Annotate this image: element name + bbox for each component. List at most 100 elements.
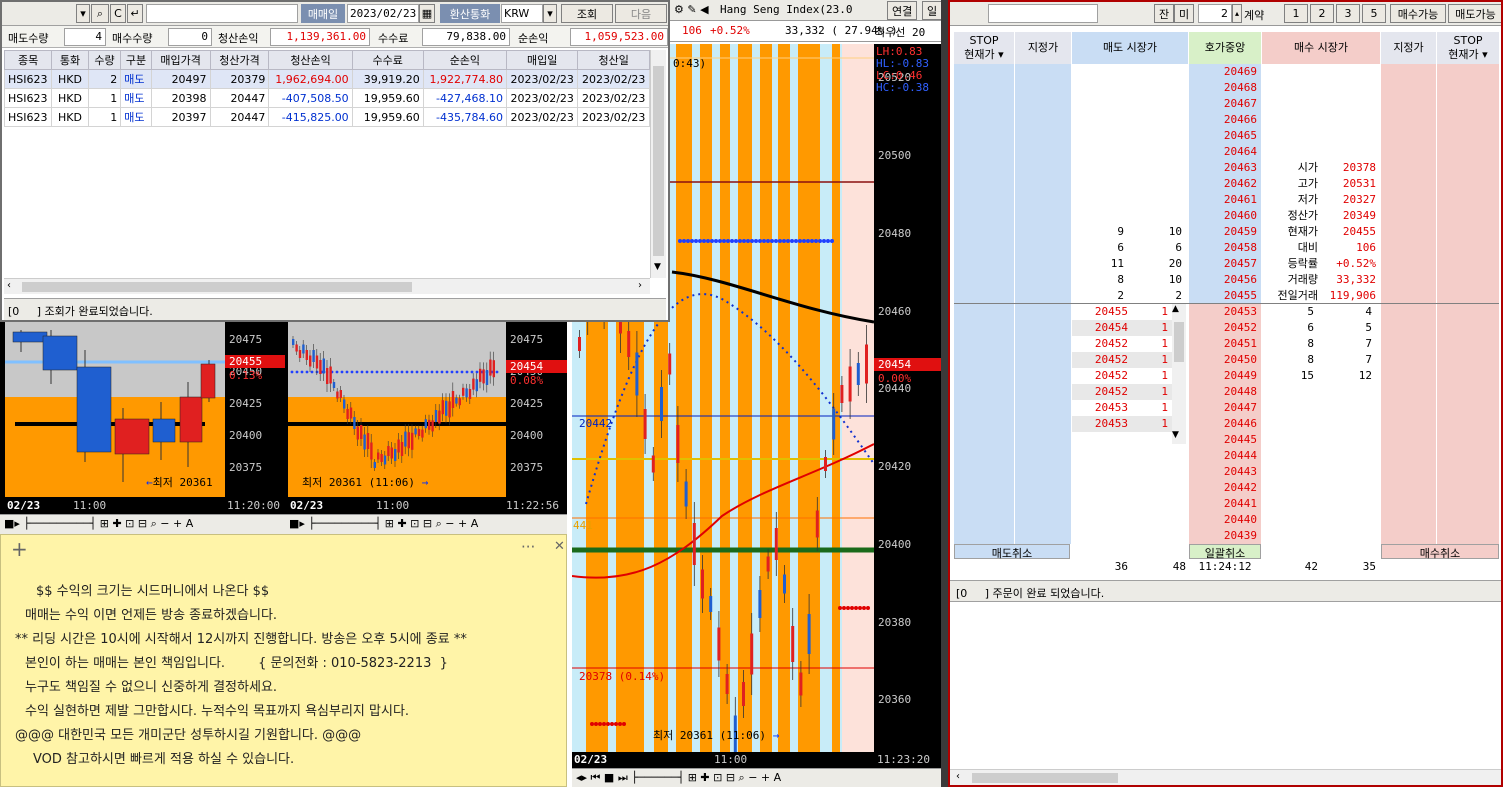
ob-row[interactable]: 20440 (950, 512, 1501, 528)
column-header[interactable]: 청산일 (577, 50, 650, 70)
ob-qty-3-button[interactable]: 3 (1336, 4, 1360, 23)
table-row[interactable]: HSI623 HKD 1 매도 20398 20447 -407,508.50 19,959.… (4, 88, 650, 108)
table-row[interactable]: HSI623 HKD 2 매도 20497 20379 1,962,694.00 39,919… (4, 69, 650, 89)
ob-row[interactable]: 20446 20453 1 (950, 416, 1501, 432)
copy-icon[interactable]: C (110, 4, 126, 23)
column-header[interactable]: 구분 (120, 50, 152, 70)
enter-icon[interactable]: ↵ (127, 4, 143, 23)
day-button[interactable]: 일 (922, 1, 943, 20)
column-header[interactable]: 종목 (4, 50, 53, 70)
ob-buy-available-button[interactable]: 매수가능 (1390, 4, 1446, 23)
link-button[interactable]: 연결 (887, 1, 918, 20)
ob-row[interactable]: 20445 (950, 432, 1501, 448)
ob-mi-button[interactable]: 미 (1174, 4, 1195, 23)
all-cancel-button[interactable]: 일괄취소 (1189, 544, 1261, 560)
ob-row[interactable]: 20450 8 7 20452 1 (950, 352, 1501, 368)
table-row[interactable]: HSI623 HKD 1 매도 20397 20447 -415,825.00 19,959.… (4, 107, 650, 127)
ob-row[interactable]: 20448 20452 1 (950, 384, 1501, 400)
main-chart-controls[interactable]: ◂▸ ⏮ ■ ⏭ ├──────┤ ⊞ ✚ ⊡ ⊟ ⌕ − + A (572, 768, 941, 787)
ob-qty-field[interactable]: 2 (1198, 4, 1232, 23)
ob-row[interactable]: 20456 8 10 거래량 33,332 (950, 272, 1501, 288)
close-icon[interactable]: ✕ (554, 539, 565, 554)
column-header[interactable]: 통화 (51, 50, 89, 70)
small-chart-2-controls[interactable]: ■▸ ├─────────┤ ⊞ ✚ ⊡ ⊟ ⌕ − + A (285, 514, 567, 534)
ob-buy-market[interactable]: 매수 시장가 (1262, 32, 1380, 64)
column-header[interactable]: 순손익 (422, 50, 508, 70)
pivot-dot (734, 239, 738, 243)
ob-qty-5-button[interactable]: 5 (1362, 4, 1386, 23)
ob-row[interactable]: 20459 9 10 현재가 20455 (950, 224, 1501, 240)
ob-row[interactable]: 20447 20453 1 (950, 400, 1501, 416)
ob-bottom-scrollbar[interactable]: ‹ (950, 769, 1501, 785)
ob-row[interactable]: 20452 6 5 20454 1 (950, 320, 1501, 336)
candle (315, 355, 319, 369)
ob-row[interactable]: 20441 (950, 496, 1501, 512)
ob-jan-button[interactable]: 잔 (1154, 4, 1175, 23)
ob-center[interactable]: 호가중앙 (1189, 32, 1261, 64)
horizontal-scrollbar[interactable]: ‹ › (4, 278, 650, 294)
ob-qty-spinner[interactable]: ▴ (1232, 4, 1242, 23)
currency-select[interactable]: KRW (501, 4, 543, 23)
ob-row[interactable]: 20461 저가 20327 (950, 192, 1501, 208)
ob-row[interactable]: 20439 (950, 528, 1501, 544)
ob-row[interactable]: 20453 5 4 20455 1 (950, 304, 1501, 320)
scroll-down-icon[interactable]: ▼ (654, 262, 661, 272)
main-chart-topbar: ⚙ ✎ ◀ Hang Seng Index(23.0 연결 일 (670, 0, 948, 21)
ob-info-label: 현재가 (1287, 225, 1318, 238)
ob-sell-available-button[interactable]: 매도가능 (1448, 4, 1501, 23)
ob-row[interactable]: 20455 2 2 전일거래 119,906 (950, 288, 1501, 304)
ob-stop-right[interactable]: STOP 현재가 ▾ (1437, 32, 1499, 64)
ob-sell-market[interactable]: 매도 시장가 (1072, 32, 1188, 64)
ob-row[interactable]: 20443 (950, 464, 1501, 480)
column-header[interactable]: 청산손익 (268, 50, 353, 70)
account-name-field[interactable] (146, 4, 298, 23)
column-header[interactable]: 매입일 (505, 50, 579, 70)
ob-row[interactable]: 20442 (950, 480, 1501, 496)
dropdown-arrow[interactable]: ▾ (76, 4, 90, 23)
small-chart-2-plot[interactable] (288, 322, 506, 497)
ob-qty-1-button[interactable]: 1 (1284, 4, 1308, 23)
add-note-icon[interactable]: + (11, 537, 28, 561)
small-chart-1-plot[interactable] (5, 322, 225, 497)
ob-row[interactable]: 20469 (950, 64, 1501, 80)
scroll-left-icon[interactable]: ‹ (7, 280, 11, 291)
ob-row[interactable]: 20464 (950, 144, 1501, 160)
chevron-down-icon[interactable]: ▾ (543, 4, 557, 23)
ob-row[interactable]: 20451 8 7 20452 1 (950, 336, 1501, 352)
column-header[interactable]: 청산가격 (209, 50, 270, 70)
ob-row[interactable]: 20463 시가 20378 (950, 160, 1501, 176)
ob-row[interactable]: 20462 고가 20531 (950, 176, 1501, 192)
ob-row[interactable]: 20465 (950, 128, 1501, 144)
pivot-dot (866, 606, 870, 610)
pivot-dot (850, 606, 854, 610)
sell-cancel-button[interactable]: 매도취소 (954, 544, 1070, 560)
scroll-right-icon[interactable]: › (638, 280, 642, 291)
topbar-icons[interactable]: ⚙ ✎ ◀ (674, 3, 709, 16)
ob-account-field[interactable] (988, 4, 1098, 23)
ob-row[interactable]: 20458 6 6 대비 106 (950, 240, 1501, 256)
ob-row[interactable]: 20468 (950, 80, 1501, 96)
vertical-scrollbar[interactable]: ▼ (650, 50, 666, 278)
ob-qty-2-button[interactable]: 2 (1310, 4, 1334, 23)
query-button[interactable]: 조회 (561, 4, 613, 23)
column-header[interactable]: 매입가격 (150, 50, 211, 70)
ob-row[interactable]: 20466 (950, 112, 1501, 128)
buy-cancel-button[interactable]: 매수취소 (1381, 544, 1499, 560)
small-chart-1-controls[interactable]: ■▸ ├─────────┤ ⊞ ✚ ⊡ ⊟ ⌕ − + A (0, 514, 285, 534)
ob-tick-scrollbar[interactable]: ▲ ▼ (1172, 304, 1186, 444)
trade-date-field[interactable]: 2023/02/23 (347, 4, 419, 23)
main-time-mid: 11:00 (714, 753, 748, 766)
ob-row[interactable]: 20467 (950, 96, 1501, 112)
ob-row[interactable]: 20460 정산가 20349 (950, 208, 1501, 224)
column-header[interactable]: 수량 (87, 50, 122, 70)
ob-row[interactable]: 20444 (950, 448, 1501, 464)
more-menu-icon[interactable]: ··· (521, 538, 535, 556)
ob-stop-left[interactable]: STOP 현재가 ▾ (954, 32, 1014, 64)
next-button[interactable]: 다음 (615, 4, 667, 23)
column-header[interactable]: 수수료 (351, 50, 424, 70)
calendar-icon[interactable]: ▦ (419, 4, 435, 23)
search-icon[interactable]: ⌕ (91, 4, 109, 23)
ob-row[interactable]: 20457 11 20 등락률 +0.52% (950, 256, 1501, 272)
ob-row[interactable]: 20449 15 12 20452 1 (950, 368, 1501, 384)
memo-note[interactable]: + ··· ✕ $$ 수익의 크기는 시드머니에서 나온다 $$ 매매는 수익 … (0, 534, 567, 787)
